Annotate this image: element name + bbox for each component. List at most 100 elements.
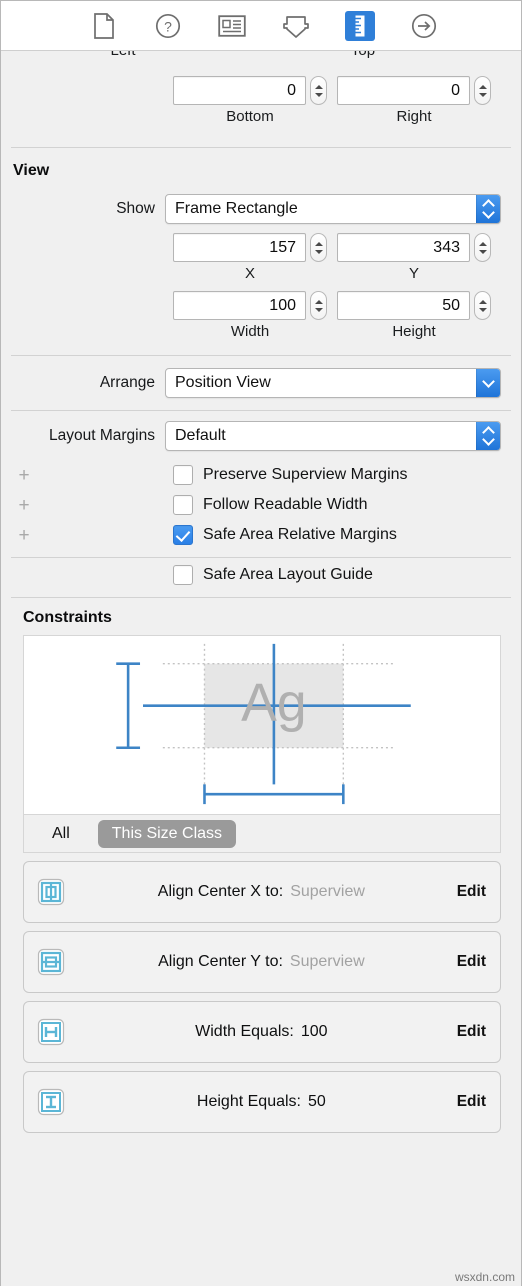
constraint-row-width-equals[interactable]: Width Equals: 100 Edit	[23, 1001, 501, 1063]
size-sublabels-row: Width Height	[1, 323, 521, 340]
constraint-value: Superview	[290, 883, 365, 900]
top-label: Top	[253, 51, 473, 59]
constraint-label: Align Center Y to:	[158, 953, 283, 970]
arrange-label: Arrange	[99, 374, 155, 391]
bottom-margin-stepper[interactable]	[310, 76, 327, 105]
right-sublabel: Right	[396, 108, 432, 125]
constraint-value: 100	[300, 1023, 328, 1040]
layout-margins-row: Layout Margins Default	[1, 421, 521, 451]
right-margin-input[interactable]: 0	[337, 76, 470, 105]
size-inspector-panel: ? Left Top 0 0	[0, 0, 522, 1286]
show-label: Show	[116, 200, 155, 217]
constraint-text: Align Center Y to: Superview	[66, 953, 457, 971]
view-title: View	[13, 162, 50, 179]
constraint-label: Align Center X to:	[157, 883, 284, 900]
arrange-popup-button[interactable]: Position View	[165, 368, 501, 398]
divider	[11, 355, 511, 356]
size-inspector-button[interactable]	[345, 10, 375, 41]
width-sublabel: Width	[230, 323, 270, 340]
show-popup-button[interactable]: Frame Rectangle	[165, 194, 501, 224]
arrange-row: Arrange Position View	[1, 368, 521, 398]
scope-this-size-class-segment[interactable]: This Size Class	[97, 819, 237, 848]
edit-button[interactable]: Edit	[457, 953, 486, 971]
width-equals-icon	[36, 1017, 66, 1047]
chevron-updown-icon	[476, 195, 500, 223]
right-margin-field-group: 0	[337, 76, 491, 105]
constraint-row-height-equals[interactable]: Height Equals: 50 Edit	[23, 1071, 501, 1133]
margins-checkbox-group: + Preserve Superview Margins + Follow Re…	[1, 460, 521, 550]
checkbox-row-safe-area-layout-guide[interactable]: + Safe Area Layout Guide	[1, 558, 521, 592]
size-fields-row: 100 50	[1, 291, 521, 320]
constraint-label: Width Equals:	[195, 1023, 294, 1040]
layout-margins-popup-value: Default	[175, 427, 226, 444]
plus-icon[interactable]: +	[13, 466, 35, 485]
width-stepper[interactable]	[310, 291, 327, 320]
edit-button[interactable]: Edit	[457, 1093, 486, 1111]
safe-area-relative-margins-checkbox[interactable]	[173, 525, 193, 545]
show-popup-value: Frame Rectangle	[175, 200, 298, 217]
right-margin-stepper[interactable]	[474, 76, 491, 105]
svg-text:?: ?	[164, 18, 172, 34]
identity-inspector-button[interactable]	[217, 11, 247, 41]
edit-button[interactable]: Edit	[457, 883, 486, 901]
chevron-down-icon	[476, 369, 500, 397]
safe-area-layout-guide-checkbox[interactable]	[173, 565, 193, 585]
align-center-x-icon	[36, 877, 66, 907]
xy-sublabels-row: X Y	[1, 265, 521, 282]
scope-all-segment[interactable]: All	[38, 820, 84, 848]
diagram-placeholder-text: Ag	[241, 674, 306, 733]
constraint-value: 50	[307, 1093, 326, 1110]
constraint-row-align-center-y[interactable]: Align Center Y to: Superview Edit	[23, 931, 501, 993]
bottom-margin-field-group: 0	[173, 76, 327, 105]
checkbox-row-follow-readable-width[interactable]: + Follow Readable Width	[1, 490, 521, 520]
y-sublabel: Y	[408, 265, 419, 282]
left-label: Left	[13, 51, 233, 59]
view-section-header: View	[1, 148, 521, 180]
constraints-section-header: Constraints	[1, 598, 521, 627]
connections-inspector-button[interactable]	[409, 11, 439, 41]
y-stepper[interactable]	[474, 233, 491, 262]
layout-margins-popup-button[interactable]: Default	[165, 421, 501, 451]
x-stepper[interactable]	[310, 233, 327, 262]
margins-clipped-labels-row: Left Top	[1, 51, 521, 73]
bottom-sublabel: Bottom	[226, 108, 274, 125]
xy-fields-row: 157 343	[1, 233, 521, 262]
divider	[11, 410, 511, 411]
y-input[interactable]: 343	[337, 233, 470, 262]
watermark: wsxdn.com	[454, 1270, 515, 1284]
height-input[interactable]: 50	[337, 291, 470, 320]
inspector-toolbar: ?	[1, 1, 521, 51]
quick-help-inspector-button[interactable]: ?	[153, 11, 183, 41]
follow-readable-width-label: Follow Readable Width	[203, 496, 368, 513]
plus-icon[interactable]: +	[13, 496, 35, 515]
height-sublabel: Height	[392, 323, 436, 340]
x-input[interactable]: 157	[173, 233, 306, 262]
checkbox-row-preserve-superview-margins[interactable]: + Preserve Superview Margins	[1, 460, 521, 490]
constraint-text: Height Equals: 50	[66, 1093, 457, 1111]
edit-button[interactable]: Edit	[457, 1023, 486, 1041]
x-sublabel: X	[244, 265, 255, 282]
bottom-margin-input[interactable]: 0	[173, 76, 306, 105]
align-center-y-icon	[36, 947, 66, 977]
constraint-row-align-center-x[interactable]: Align Center X to: Superview Edit	[23, 861, 501, 923]
safe-area-layout-guide-label: Safe Area Layout Guide	[203, 566, 373, 583]
margins-fields-row: 0 0	[1, 76, 521, 105]
width-input[interactable]: 100	[173, 291, 306, 320]
constraint-label: Height Equals:	[196, 1093, 301, 1110]
constraints-diagram[interactable]: Ag	[23, 635, 501, 815]
show-row: Show Frame Rectangle	[1, 194, 521, 224]
checkbox-row-safe-area-relative-margins[interactable]: + Safe Area Relative Margins	[1, 520, 521, 550]
chevron-updown-icon	[476, 422, 500, 450]
plus-icon[interactable]: +	[13, 526, 35, 545]
attributes-inspector-button[interactable]	[281, 11, 311, 41]
follow-readable-width-checkbox[interactable]	[173, 495, 193, 515]
file-inspector-button[interactable]	[89, 11, 119, 41]
margins-sublabels-row: Bottom Right	[1, 108, 521, 125]
height-equals-icon	[36, 1087, 66, 1117]
layout-margins-label: Layout Margins	[49, 427, 155, 444]
preserve-superview-margins-checkbox[interactable]	[173, 465, 193, 485]
constraint-text: Width Equals: 100	[66, 1023, 457, 1041]
height-stepper[interactable]	[474, 291, 491, 320]
arrange-popup-value: Position View	[175, 374, 271, 391]
constraint-text: Align Center X to: Superview	[66, 883, 457, 901]
